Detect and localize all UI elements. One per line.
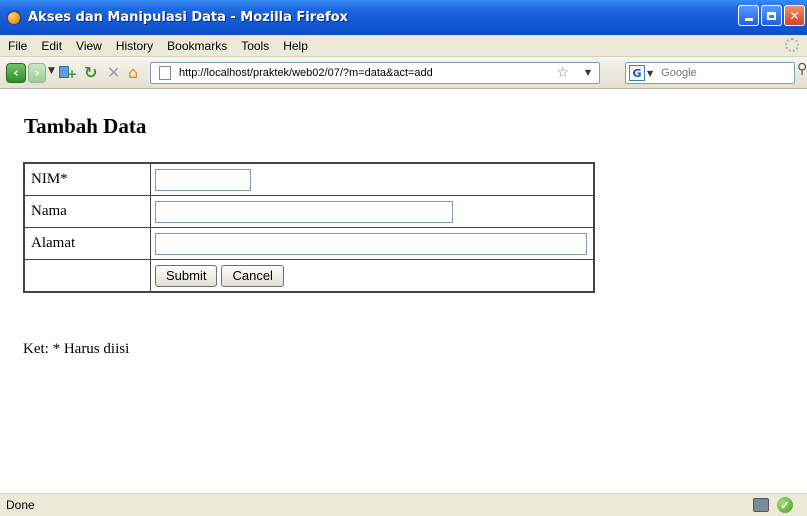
forward-arrow-icon: › [34, 66, 40, 80]
form-row-actions: Submit Cancel [23, 259, 595, 293]
nim-input[interactable] [155, 168, 251, 191]
menu-bar: File Edit View History Bookmarks Tools H… [0, 35, 807, 57]
maximize-icon [767, 11, 776, 20]
window-title: Akses dan Manipulasi Data - Mozilla Fire… [28, 10, 348, 25]
minimize-icon [744, 18, 753, 21]
add-data-form: NIM* Nama Alamat Submit Cancel [23, 162, 595, 293]
submit-button[interactable]: Submit [155, 264, 218, 287]
page-favicon-icon [159, 66, 171, 80]
reload-button[interactable]: ↻ [84, 64, 97, 82]
status-text: Done [6, 498, 35, 512]
new-tab-button[interactable]: + [59, 64, 78, 81]
minimize-button[interactable] [738, 5, 759, 26]
status-bar: Done ✓ [0, 493, 807, 516]
bookmark-star-icon[interactable]: ☆ [556, 65, 569, 81]
search-engine-dropdown-icon[interactable]: ▼ [647, 69, 653, 78]
form-row-alamat: Alamat [23, 227, 595, 260]
google-engine-icon[interactable]: G [629, 65, 645, 81]
nama-input[interactable] [155, 200, 453, 223]
throbber-icon [785, 38, 799, 52]
alamat-label: Alamat [23, 227, 151, 260]
cancel-button[interactable]: Cancel [221, 264, 284, 287]
menu-bookmarks[interactable]: Bookmarks [160, 39, 234, 53]
page-title: Tambah Data [24, 114, 147, 138]
home-button[interactable]: ⌂ [128, 64, 138, 82]
back-button[interactable]: ‹ [6, 63, 26, 83]
maximize-button[interactable] [761, 5, 782, 26]
nama-cell [150, 195, 595, 228]
form-row-nim: NIM* [23, 162, 595, 196]
menu-history[interactable]: History [109, 39, 160, 53]
window-controls: ✕ [738, 5, 805, 26]
actions-cell: Submit Cancel [150, 259, 595, 293]
nim-cell [150, 162, 595, 196]
history-dropdown-icon[interactable]: ▼ [48, 66, 55, 76]
menu-view[interactable]: View [69, 39, 109, 53]
url-dropdown-icon[interactable]: ▼ [585, 68, 591, 77]
plus-icon: + [67, 67, 78, 81]
alamat-input[interactable] [155, 232, 587, 255]
nama-label: Nama [23, 195, 151, 228]
back-arrow-icon: ‹ [13, 65, 19, 81]
security-check-icon[interactable]: ✓ [777, 497, 793, 513]
search-input[interactable] [659, 66, 784, 80]
close-icon: ✕ [789, 8, 800, 23]
alamat-cell [150, 227, 595, 260]
stop-button[interactable]: ✕ [107, 64, 120, 82]
firefox-logo-icon [6, 9, 22, 26]
url-text[interactable]: http://localhost/praktek/web02/07/?m=dat… [179, 67, 433, 79]
required-note: Ket: * Harus diisi [23, 341, 130, 357]
form-row-nama: Nama [23, 195, 595, 228]
title-bar: Akses dan Manipulasi Data - Mozilla Fire… [0, 0, 807, 35]
menu-help[interactable]: Help [276, 39, 315, 53]
navigation-toolbar: ‹ › ▼ + ↻ ✕ ⌂ http://localhost/praktek/w… [0, 57, 807, 89]
menu-file[interactable]: File [0, 39, 34, 53]
forward-button[interactable]: › [28, 63, 46, 83]
close-button[interactable]: ✕ [784, 5, 805, 26]
browser-window: Akses dan Manipulasi Data - Mozilla Fire… [0, 0, 807, 516]
menu-edit[interactable]: Edit [34, 39, 69, 53]
actions-empty-cell [23, 259, 151, 293]
menu-tools[interactable]: Tools [234, 39, 276, 53]
page-content: Tambah Data NIM* Nama Alamat Submit Canc… [0, 89, 807, 493]
search-magnifier-icon[interactable]: ⚲ [797, 61, 807, 77]
extension-icon[interactable] [753, 498, 769, 512]
search-bar[interactable]: G ▼ [625, 62, 795, 84]
nim-label: NIM* [23, 162, 151, 196]
url-bar[interactable]: http://localhost/praktek/web02/07/?m=dat… [150, 62, 600, 84]
